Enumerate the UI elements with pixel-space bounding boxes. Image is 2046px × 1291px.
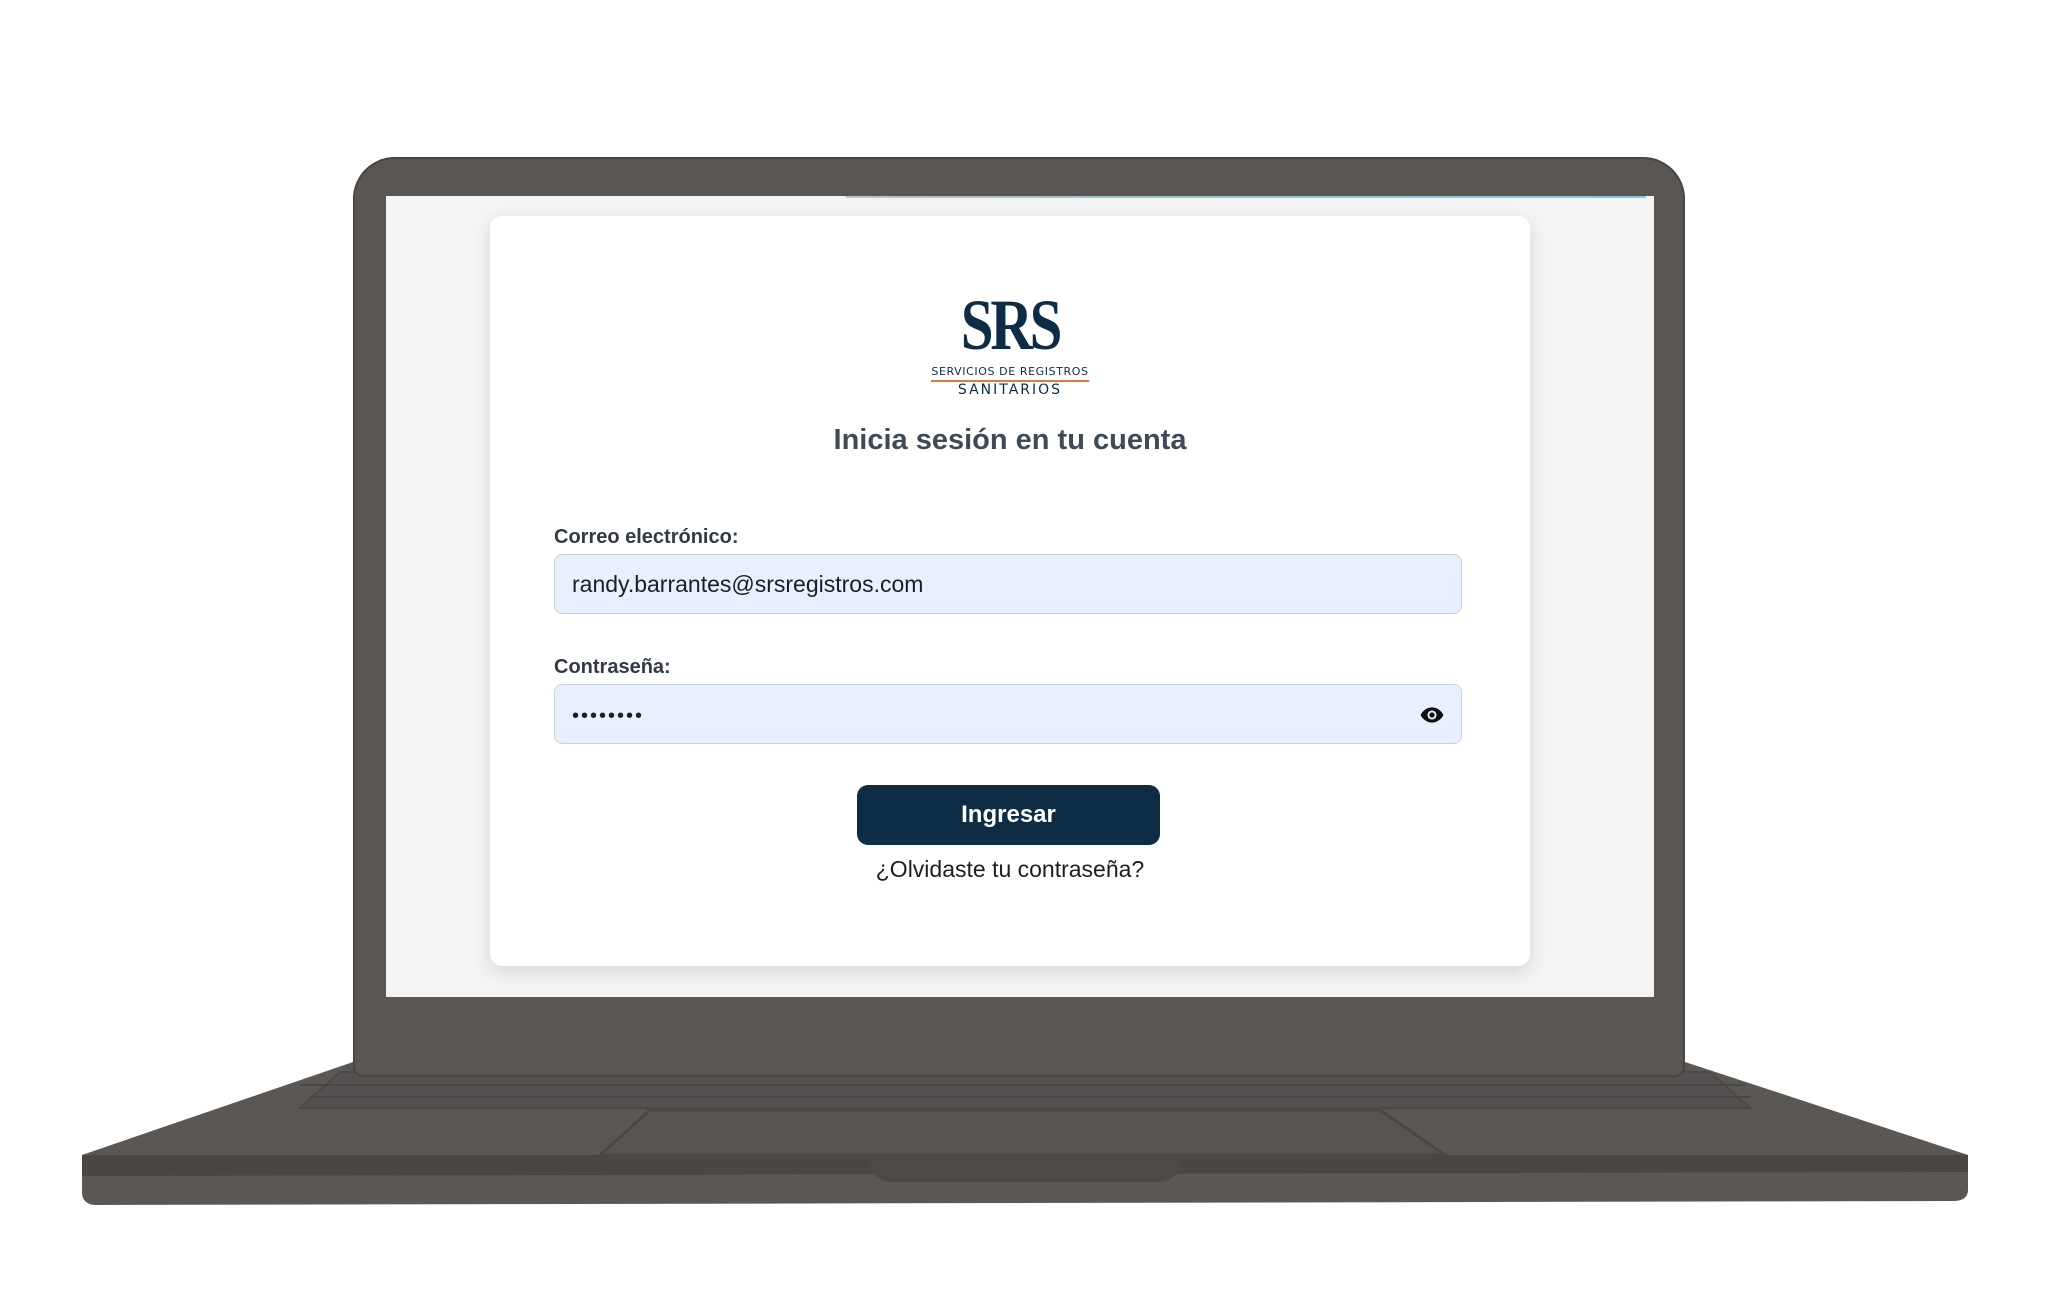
srs-logo: SRS SERVICIOS DE REGISTROS SANITARIOS: [930, 288, 1090, 398]
email-field[interactable]: randy.barrantes@srsregistros.com: [554, 554, 1462, 614]
login-card: SRS SERVICIOS DE REGISTROS SANITARIOS In…: [490, 216, 1530, 966]
forgot-password-link[interactable]: ¿Olvidaste tu contraseña?: [490, 856, 1530, 883]
password-label: Contraseña:: [554, 656, 671, 678]
login-button[interactable]: Ingresar: [857, 785, 1160, 845]
logo-subtitle-line1: SERVICIOS DE REGISTROS: [931, 365, 1089, 382]
screen-top-accent: [846, 196, 1646, 198]
password-value: ••••••••: [572, 705, 645, 727]
email-value: randy.barrantes@srsregistros.com: [572, 571, 924, 597]
logo-subtitle-line2: SANITARIOS: [957, 382, 1063, 398]
laptop-screen: SRS SERVICIOS DE REGISTROS SANITARIOS In…: [386, 196, 1654, 997]
laptop-mockup: SRS SERVICIOS DE REGISTROS SANITARIOS In…: [0, 0, 2046, 1291]
email-label: Correo electrónico:: [554, 526, 739, 548]
password-field[interactable]: ••••••••: [554, 684, 1462, 744]
login-title: Inicia sesión en tu cuenta: [833, 424, 1187, 456]
eye-icon[interactable]: [1419, 702, 1445, 728]
logo-mark: SRS: [960, 285, 1063, 365]
